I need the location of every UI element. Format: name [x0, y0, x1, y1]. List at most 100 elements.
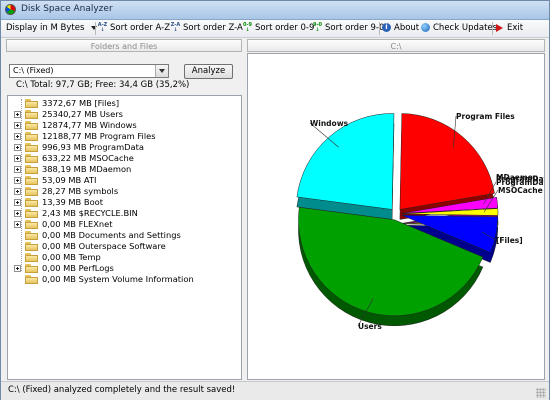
- pie-chart-icon: [5, 4, 16, 15]
- sort-90-icon: 9-0 ↓: [312, 21, 323, 33]
- tree-row[interactable]: 0,00 MB PerfLogs: [8, 263, 238, 274]
- expand-toggle-icon[interactable]: [14, 188, 21, 195]
- pie-slice[interactable]: [399, 113, 495, 210]
- folder-icon: [25, 275, 38, 284]
- tree-row-label: 53,09 MB ATI: [42, 175, 97, 185]
- expand-toggle-icon[interactable]: [14, 166, 21, 173]
- folder-icon: [25, 154, 38, 163]
- tree-row-label: 996,93 MB ProgramData: [42, 142, 144, 152]
- resize-grip-icon[interactable]: [536, 388, 546, 398]
- tree-row-label: 0,00 MB FLEXnet: [42, 219, 113, 229]
- tree-row[interactable]: 13,39 MB Boot: [8, 197, 238, 208]
- tree-row[interactable]: 53,09 MB ATI: [8, 175, 238, 186]
- tree-row[interactable]: 12188,77 MB Program Files: [8, 131, 238, 142]
- sort-za-button[interactable]: Z-A ↓ Sort order Z-A: [170, 22, 243, 35]
- toolbar-separator: [492, 22, 493, 35]
- chart-pane-header: C:\: [247, 39, 545, 52]
- sort-09-icon: 0-9 ↓: [242, 21, 253, 33]
- tree-row[interactable]: 2,43 MB $RECYCLE.BIN: [8, 208, 238, 219]
- sort-az-icon: A-Z ↓: [97, 21, 108, 33]
- exit-icon: [496, 23, 503, 32]
- tree-row-label: 2,43 MB $RECYCLE.BIN: [42, 208, 138, 218]
- expand-toggle-icon[interactable]: [14, 144, 21, 151]
- tree-row[interactable]: 0,00 MB Documents and Settings: [8, 230, 238, 241]
- status-text: C:\ (Fixed) analyzed completely and the …: [8, 385, 236, 395]
- check-updates-button[interactable]: Check Updates: [421, 22, 497, 35]
- tree-row[interactable]: 12874,77 MB Windows: [8, 120, 238, 131]
- tree-row-label: 0,00 MB Documents and Settings: [42, 230, 181, 240]
- folder-icon: [25, 132, 38, 141]
- folder-icon: [25, 220, 38, 229]
- sort-az-label: Sort order A-Z: [110, 23, 171, 33]
- sort-90-label: Sort order 9-0: [325, 23, 385, 33]
- tree-row[interactable]: 0,00 MB Temp: [8, 252, 238, 263]
- tree-row[interactable]: 633,22 MB MSOCache: [8, 153, 238, 164]
- drive-select-value: C:\ (Fixed): [13, 66, 54, 75]
- about-button[interactable]: i About: [382, 22, 419, 35]
- tree-row[interactable]: 996,93 MB ProgramData: [8, 142, 238, 153]
- tree-row-label: 388,19 MB MDaemon: [42, 164, 132, 174]
- display-mode-label: Display in M Bytes: [6, 23, 85, 33]
- exit-label: Exit: [507, 23, 524, 33]
- title-bar[interactable]: Disk Space Analyzer: [1, 1, 549, 20]
- sort-90-button[interactable]: 9-0 ↓ Sort order 9-0: [312, 22, 384, 35]
- folder-icon: [25, 231, 38, 240]
- tree-row[interactable]: 28,27 MB symbols: [8, 186, 238, 197]
- toolbar-separator: [95, 22, 96, 35]
- chevron-down-icon[interactable]: [155, 65, 168, 77]
- sort-09-label: Sort order 0-9: [255, 23, 315, 33]
- sort-za-icon: Z-A ↓: [170, 21, 181, 33]
- window-title: Disk Space Analyzer: [21, 4, 113, 14]
- pie-slice-label: [Files]: [496, 236, 523, 245]
- folder-icon: [25, 242, 38, 251]
- tree-row-label: 0,00 MB Temp: [42, 252, 101, 262]
- folder-icon: [25, 209, 38, 218]
- tree-row-label: 3372,67 MB [Files]: [42, 98, 120, 108]
- sort-09-button[interactable]: 0-9 ↓ Sort order 0-9: [242, 22, 314, 35]
- analyze-button[interactable]: Analyze: [184, 64, 233, 79]
- sort-az-button[interactable]: A-Z ↓ Sort order A-Z: [97, 22, 170, 35]
- expand-toggle-icon[interactable]: [14, 133, 21, 140]
- pie-slice-label: Program Files: [456, 112, 515, 121]
- expand-toggle-icon[interactable]: [14, 221, 21, 228]
- folder-icon: [25, 110, 38, 119]
- folders-pane-header: Folders and Files: [6, 39, 242, 52]
- folder-icon: [25, 198, 38, 207]
- pie-slice-label: ProgramData: [496, 175, 544, 184]
- expand-toggle-icon[interactable]: [14, 210, 21, 217]
- tree-row-label: 633,22 MB MSOCache: [42, 153, 134, 163]
- sort-za-label: Sort order Z-A: [183, 23, 243, 33]
- tree-row-label: 0,00 MB PerfLogs: [42, 263, 114, 273]
- display-mode-button[interactable]: Display in M Bytes: [6, 22, 98, 35]
- expand-toggle-icon[interactable]: [14, 199, 21, 206]
- tree-row[interactable]: 3372,67 MB [Files]: [8, 98, 238, 109]
- tree-row[interactable]: 0,00 MB System Volume Information: [8, 274, 238, 285]
- check-updates-label: Check Updates: [433, 23, 498, 33]
- expand-toggle-icon[interactable]: [14, 177, 21, 184]
- expand-toggle-icon[interactable]: [14, 155, 21, 162]
- pie-slice-label: Windows: [310, 119, 349, 128]
- folder-icon: [25, 99, 38, 108]
- about-icon: i: [382, 23, 391, 32]
- folder-icon: [25, 187, 38, 196]
- drive-summary: C:\ Total: 97,7 GB; Free: 34,4 GB (35,2%…: [16, 80, 190, 90]
- tree-row-label: 12874,77 MB Windows: [42, 120, 137, 130]
- toolbar: Display in M Bytes A-Z ↓ Sort order A-Z Z-…: [1, 20, 549, 38]
- tree-row[interactable]: 25340,27 MB Users: [8, 109, 238, 120]
- expand-toggle-icon[interactable]: [14, 111, 21, 118]
- pie-slice-label: Users: [358, 322, 382, 331]
- tree-row[interactable]: 388,19 MB MDaemon: [8, 164, 238, 175]
- status-bar: C:\ (Fixed) analyzed completely and the …: [1, 381, 549, 400]
- exit-button[interactable]: Exit: [496, 22, 523, 35]
- drive-select[interactable]: C:\ (Fixed): [9, 64, 169, 78]
- chart-pane: Program Files ProgramData MSOCache [Files] U…: [247, 53, 550, 380]
- folder-tree[interactable]: 3372,67 MB [Files] 25340,27 MB Users 12874…: [7, 95, 242, 380]
- tree-row-label: 25340,27 MB Users: [42, 109, 123, 119]
- expand-toggle-icon[interactable]: [14, 122, 21, 129]
- pie-slice-label: MSOCache: [498, 186, 543, 195]
- tree-row[interactable]: 0,00 MB Outerspace Software: [8, 241, 238, 252]
- tree-row-label: 28,27 MB symbols: [42, 186, 119, 196]
- expand-toggle-icon[interactable]: [14, 265, 21, 272]
- tree-row[interactable]: 0,00 MB FLEXnet: [8, 219, 238, 230]
- disk-usage-pie-chart: Program Files ProgramData MSOCache [Files] U…: [296, 112, 550, 331]
